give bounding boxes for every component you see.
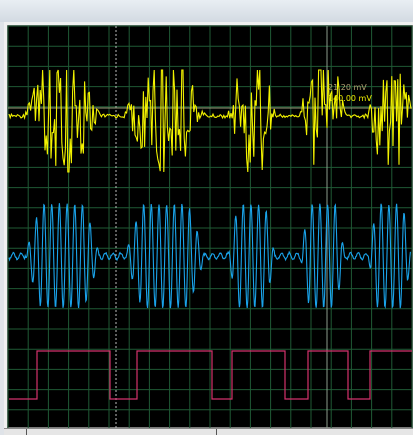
cursor-delta-readout: 21.20 mV <box>328 83 367 92</box>
scope-trace-area <box>7 25 413 428</box>
ruler-tick <box>26 429 27 435</box>
time-ruler <box>4 428 413 435</box>
ruler-tick <box>216 429 217 435</box>
cursor-level-readout: 140.00 mV <box>328 94 372 103</box>
